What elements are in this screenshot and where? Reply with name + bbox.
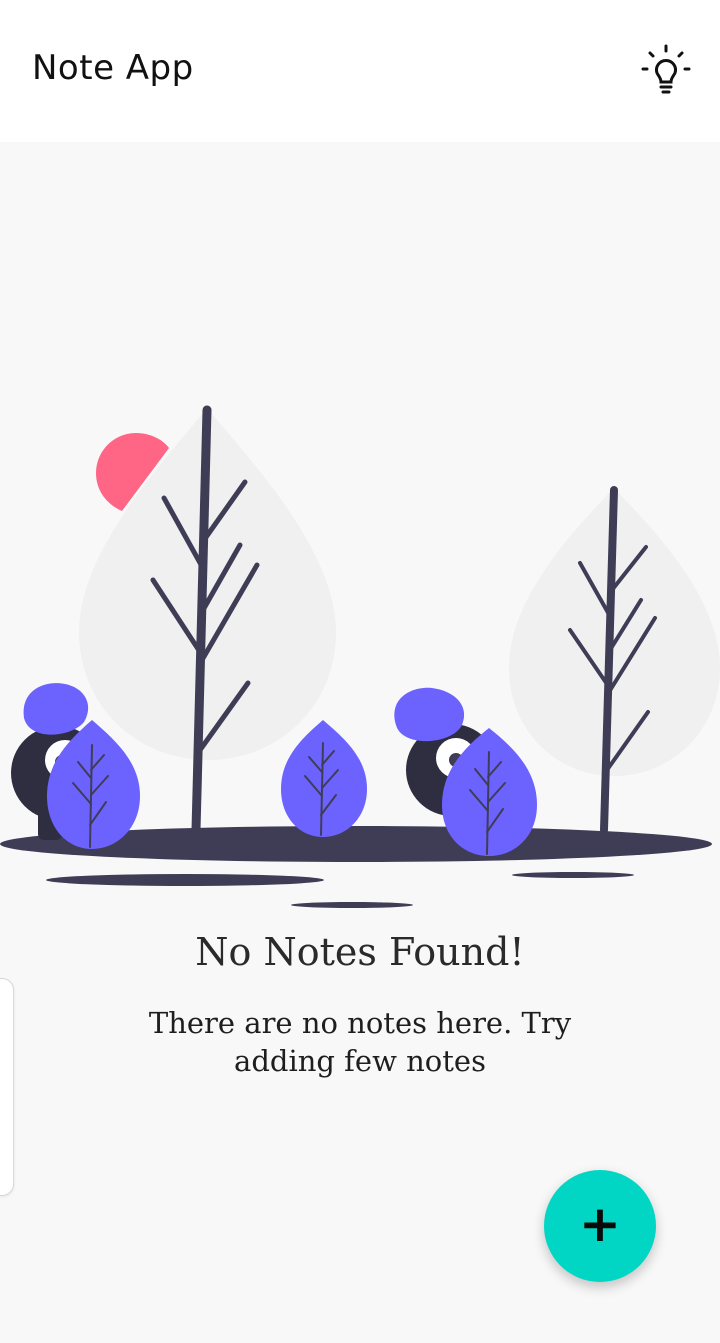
ground-shadow-2	[512, 872, 634, 878]
theme-toggle-button[interactable]	[636, 42, 696, 102]
app-screen: Note App No Notes Found! There are no no…	[0, 0, 720, 1343]
app-bar: Note App	[0, 0, 720, 142]
empty-state-title: No Notes Found!	[195, 930, 525, 974]
side-drawer-handle[interactable]	[0, 978, 14, 1196]
app-title: Note App	[32, 48, 194, 88]
lightbulb-icon	[641, 44, 691, 94]
empty-state-message: There are no notes here. Try adding few …	[148, 1006, 572, 1078]
bush-middle	[281, 720, 367, 837]
add-note-button[interactable]: +	[544, 1170, 656, 1282]
plus-icon: +	[579, 1195, 621, 1253]
ground-shadow-3	[291, 902, 413, 908]
ground-shadow-1	[46, 874, 324, 886]
empty-notes-illustration	[0, 405, 720, 908]
